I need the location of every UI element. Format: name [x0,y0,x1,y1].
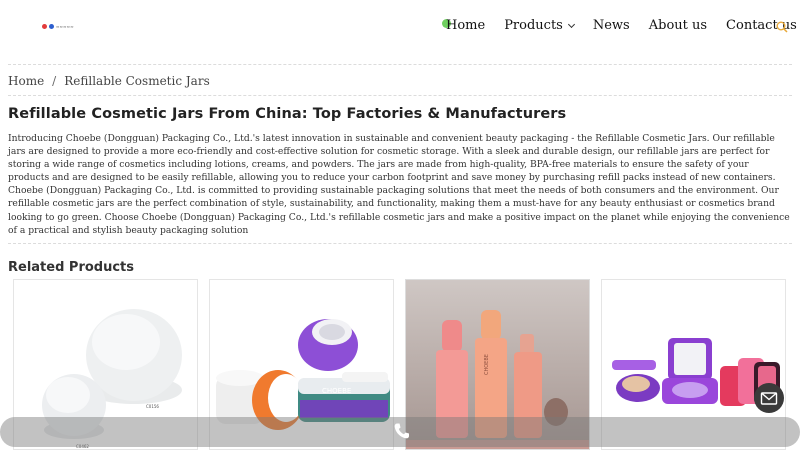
site-header: ≈≈≈≈≈ Home Products News About us Contac… [0,0,800,55]
nav-about-us[interactable]: About us [649,18,707,33]
logo-mark [42,23,47,29]
page-title: Refillable Cosmetic Jars From China: Top… [8,106,567,122]
nav-news[interactable]: News [593,18,630,33]
phone-icon[interactable] [393,422,409,440]
product-brand: CHOEBE [322,387,351,395]
nav-products-label: Products [504,18,563,33]
intro-text: Introducing Choebe (Dongguan) Packaging … [8,133,790,236]
divider [8,95,792,96]
site-logo[interactable]: ≈≈≈≈≈ [42,22,76,30]
logo-mark-2 [49,23,54,29]
related-products-title: Related Products [8,260,135,275]
search-icon[interactable] [776,21,788,33]
product-label-a: C0156 [146,404,159,409]
mail-icon [760,392,778,405]
product-brand: CHOEBE [484,354,490,375]
logo-text: ≈≈≈≈≈ [56,23,74,29]
chevron-down-icon [567,20,575,28]
breadcrumb: Home / Refillable Cosmetic Jars [8,74,210,88]
breadcrumb-current: Refillable Cosmetic Jars [64,74,210,88]
breadcrumb-separator: / [52,74,57,88]
nav-products[interactable]: Products [504,18,575,33]
divider [8,64,792,65]
main-nav: Home Products News About us Contact us [446,18,800,33]
divider [8,243,792,244]
mail-button[interactable] [754,383,784,413]
breadcrumb-home[interactable]: Home [8,74,44,88]
nav-home[interactable]: Home [446,18,485,33]
